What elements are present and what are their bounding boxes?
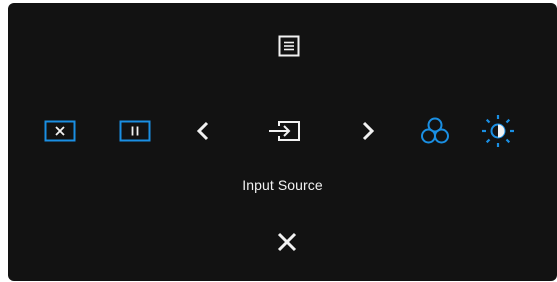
brightness-button[interactable]: [479, 112, 517, 150]
close-icon: [277, 232, 297, 252]
close-button[interactable]: [273, 228, 301, 256]
input-source-icon: [269, 121, 300, 141]
next-button[interactable]: [356, 117, 380, 145]
menu-icon: [278, 35, 300, 57]
color-button[interactable]: [418, 114, 452, 148]
pip-split-icon: [119, 120, 151, 142]
brightness-icon: [482, 115, 514, 147]
color-icon: [421, 117, 449, 144]
chevron-left-icon: [196, 121, 209, 141]
menu-button[interactable]: [275, 32, 303, 60]
previous-button[interactable]: [191, 117, 215, 145]
pip-close-button[interactable]: [41, 117, 79, 145]
pip-close-icon: [44, 120, 76, 142]
chevron-right-icon: [362, 121, 375, 141]
input-source-button[interactable]: [266, 117, 304, 145]
osd-panel: Input Source: [8, 3, 557, 281]
pip-split-button[interactable]: [116, 117, 154, 145]
function-label: Input Source: [242, 177, 323, 193]
